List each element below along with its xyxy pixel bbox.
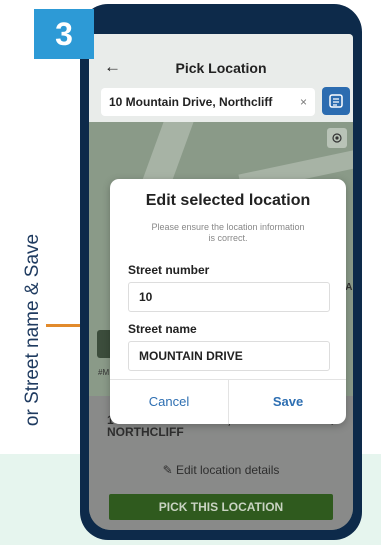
pick-location-button[interactable]: PICK THIS LOCATION xyxy=(109,494,333,520)
list-icon xyxy=(329,94,343,108)
street-number-field[interactable]: 10 xyxy=(128,282,330,312)
edit-location-details-label: Edit location details xyxy=(175,463,280,477)
street-name-field[interactable]: MOUNTAIN DRIVE xyxy=(128,341,330,371)
edit-location-details-link[interactable]: ✎ Edit location details xyxy=(89,463,353,477)
search-input[interactable]: 10 Mountain Drive, Northcliff × xyxy=(101,88,315,116)
pencil-icon: ✎ xyxy=(162,463,176,477)
edit-location-dialog: Edit selected location Please ensure the… xyxy=(110,179,346,424)
dialog-note: Please ensure the location information i… xyxy=(151,222,305,243)
phone-screen: ← Pick Location 10 Mountain Drive, North… xyxy=(89,34,353,530)
list-button[interactable] xyxy=(322,87,350,115)
locate-icon xyxy=(332,133,342,143)
app-bar: ← Pick Location 10 Mountain Drive, North… xyxy=(89,34,353,122)
street-name-value: MOUNTAIN DRIVE xyxy=(139,349,243,363)
dialog-title: Edit selected location xyxy=(145,192,311,209)
close-icon[interactable]: × xyxy=(300,95,315,109)
side-caption: or Street name & Save xyxy=(22,233,43,427)
address-line-2: NORTHCLIFF xyxy=(107,425,184,439)
phone-frame: ← Pick Location 10 Mountain Drive, North… xyxy=(80,4,362,540)
search-value: 10 Mountain Drive, Northcliff xyxy=(109,95,273,109)
street-number-label: Street number xyxy=(128,263,210,277)
page-title: Pick Location xyxy=(175,60,267,76)
step-badge: 3 xyxy=(34,9,94,59)
map-label: #M xyxy=(98,368,110,377)
street-number-value: 10 xyxy=(139,290,153,304)
locate-button[interactable] xyxy=(327,128,347,148)
street-name-label: Street name xyxy=(128,322,197,336)
save-button[interactable]: Save xyxy=(229,379,347,424)
cancel-button[interactable]: Cancel xyxy=(110,379,228,424)
